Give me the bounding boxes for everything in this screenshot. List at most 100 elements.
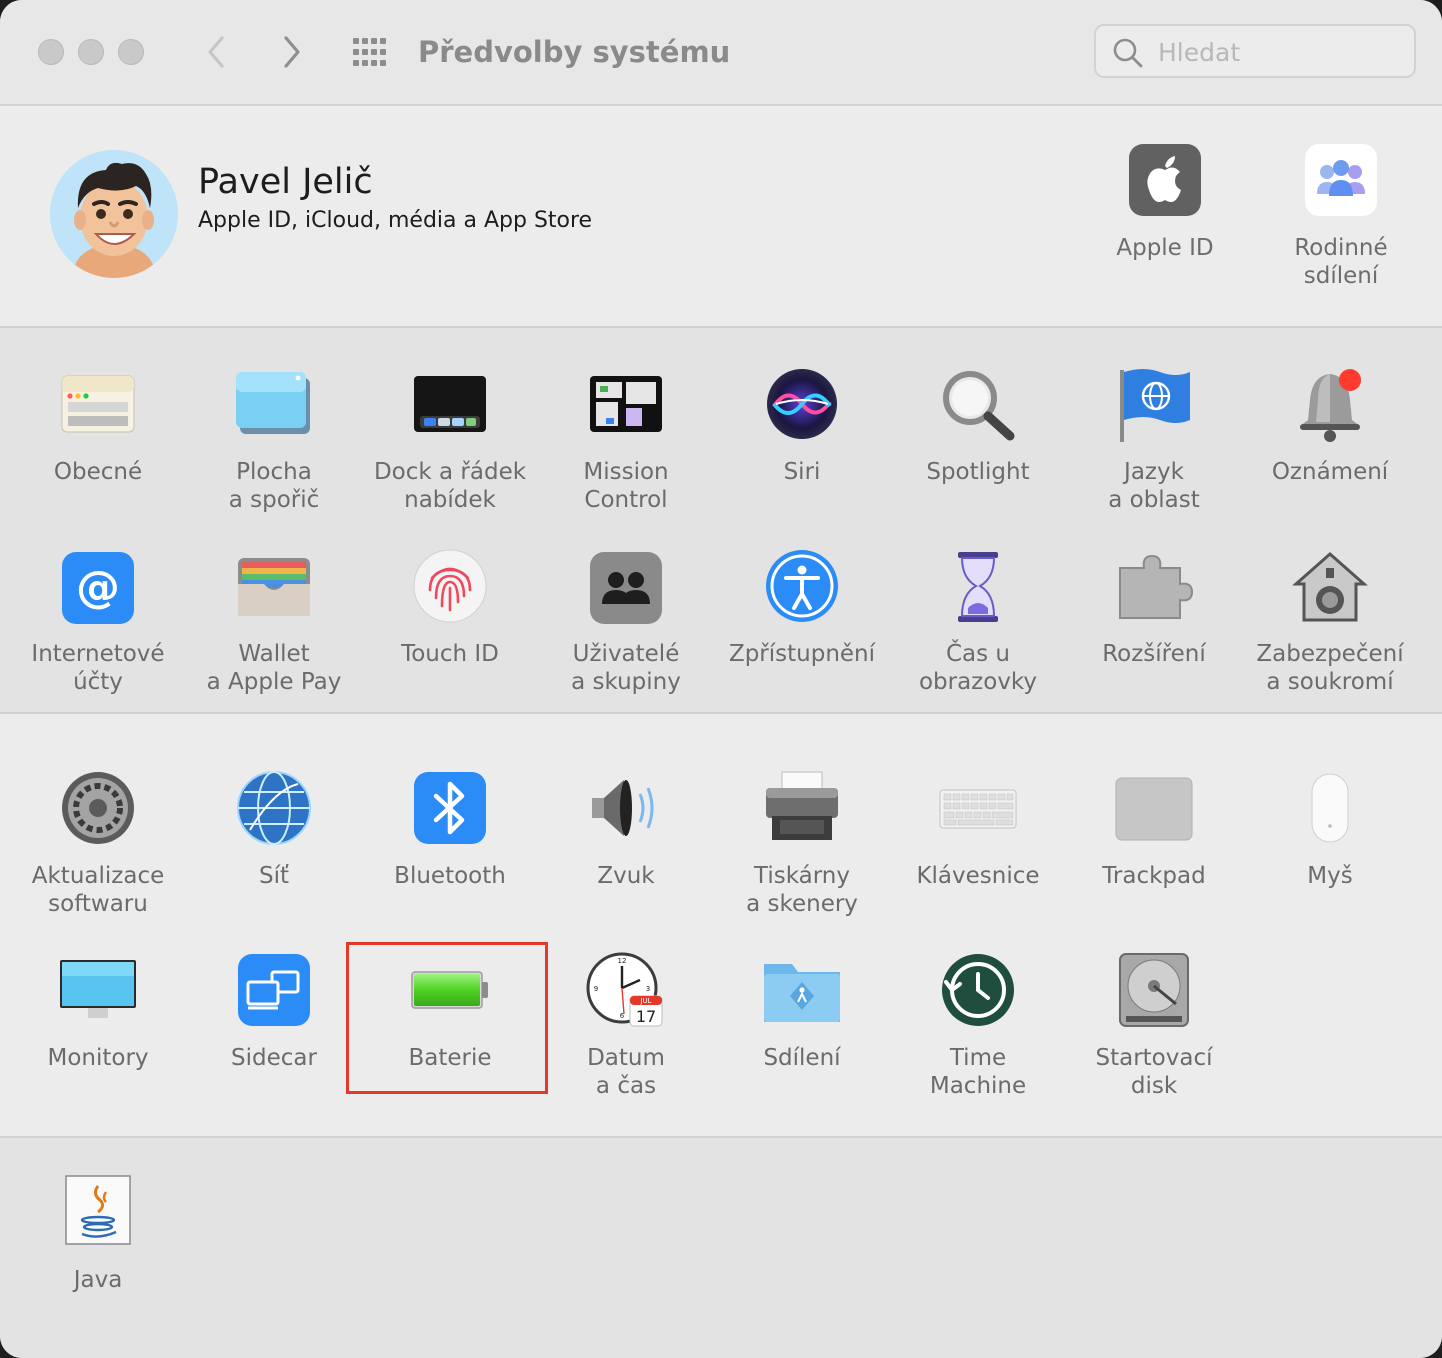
language-region-icon [1120, 369, 1190, 442]
pane-label: Sidecar [231, 1045, 317, 1071]
sound-icon [592, 780, 654, 836]
pane-label: Bluetooth [394, 863, 506, 889]
search-field[interactable] [1094, 24, 1416, 78]
internet-accounts-icon: @ [62, 552, 134, 624]
wallet-icon [238, 558, 310, 616]
pane-java[interactable]: Java [10, 1174, 186, 1294]
pane-label: Monitory [47, 1045, 149, 1071]
other-panes-section [0, 1138, 1442, 1358]
pane-printers-scanners[interactable]: Tiskárny a skenery [714, 770, 890, 918]
pane-spotlight[interactable]: Spotlight [890, 366, 1066, 486]
pane-security-privacy[interactable]: Zabezpečení a soukromí [1242, 548, 1418, 696]
pane-label: Datum a čas [587, 1045, 665, 1099]
pane-label: Klávesnice [916, 863, 1040, 889]
apple-id-icon [1129, 144, 1201, 216]
pane-label: Time Machine [929, 1045, 1027, 1099]
accessibility-icon [766, 550, 838, 622]
pane-extensions[interactable]: Rozšíření [1066, 548, 1242, 668]
spotlight-icon [943, 371, 1015, 441]
pane-mission-control[interactable]: Mission Control [538, 366, 714, 514]
pane-startup-disk[interactable]: Startovací disk [1066, 952, 1242, 1100]
pane-notifications[interactable]: Oznámení [1242, 366, 1418, 486]
software-update-icon [62, 772, 134, 844]
pane-internet-accounts[interactable]: @ Internetové účty [10, 548, 186, 696]
pane-sound[interactable]: Zvuk [538, 770, 714, 890]
pane-label: Trackpad [1102, 863, 1206, 889]
pane-screen-time[interactable]: Čas u obrazovky [890, 548, 1066, 696]
date-time-icon: 12369 JUL 17 [586, 952, 663, 1027]
pane-general[interactable]: Obecné [10, 366, 186, 486]
pane-sidecar[interactable]: Sidecar [186, 952, 362, 1072]
trackpad-icon [1115, 777, 1193, 841]
family-sharing-item[interactable]: Rodinné sdílení [1261, 144, 1421, 290]
pane-label: Jazyk a oblast [1108, 459, 1200, 513]
search-input[interactable] [1156, 34, 1400, 70]
system-preferences-window: Předvolby systému Hledat Pavel Jelič App… [0, 0, 1442, 1358]
pane-bluetooth[interactable]: Bluetooth [362, 770, 538, 890]
pane-label: Síť [258, 863, 289, 889]
family-sharing-icon [1305, 144, 1377, 216]
pane-label: Myš [1307, 863, 1353, 889]
pane-dock[interactable]: Dock a řádek nabídek [362, 366, 538, 514]
pane-date-time[interactable]: 12 3 6 9 JUL 17 Datum a čas [538, 952, 714, 1100]
pane-time-machine[interactable]: Time Machine [890, 952, 1066, 1100]
pane-sharing[interactable]: Sdílení [714, 952, 890, 1072]
displays-icon [60, 960, 136, 1018]
pane-wallet[interactable]: Wallet a Apple Pay [186, 548, 362, 696]
account-section: Pavel Jelič Apple ID, iCloud, média a Ap… [0, 106, 1442, 328]
pane-label: Čas u obrazovky [918, 641, 1038, 695]
pane-battery[interactable]: Baterie [362, 952, 538, 1072]
battery-icon [411, 971, 488, 1009]
mouse-icon [1311, 773, 1349, 843]
dock-icon [414, 376, 486, 432]
close-window-button[interactable] [38, 39, 64, 65]
avatar[interactable] [50, 150, 178, 278]
calendar-day-label: 17 [636, 1007, 656, 1026]
pane-displays[interactable]: Monitory [10, 952, 186, 1072]
back-arrow-icon[interactable] [202, 34, 232, 70]
screen-time-icon [958, 552, 998, 622]
minimize-window-button[interactable] [78, 39, 104, 65]
pane-desktop-screensaver[interactable]: Plocha a spořič [186, 366, 362, 514]
users-groups-icon [590, 552, 662, 624]
pane-accessibility[interactable]: Zpřístupnění [714, 548, 890, 668]
pane-label: Zvuk [597, 863, 655, 889]
svg-text:@: @ [76, 562, 120, 613]
svg-text:12: 12 [618, 957, 627, 965]
pane-siri[interactable]: Siri [714, 366, 890, 486]
keyboard-icon [939, 789, 1017, 829]
pane-label: Plocha a spořič [228, 459, 320, 513]
pane-trackpad[interactable]: Trackpad [1066, 770, 1242, 890]
java-icon [65, 1175, 131, 1245]
network-icon [237, 771, 311, 845]
pane-keyboard[interactable]: Klávesnice [890, 770, 1066, 890]
printers-scanners-icon [766, 771, 838, 840]
pane-users-groups[interactable]: Uživatelé a skupiny [538, 548, 714, 696]
forward-arrow-icon[interactable] [276, 34, 306, 70]
pane-label: Zpřístupnění [728, 641, 876, 667]
pane-software-update[interactable]: Aktualizace softwaru [10, 770, 186, 918]
pane-label: Siri [783, 459, 821, 485]
zoom-window-button[interactable] [118, 39, 144, 65]
show-all-grid-icon[interactable] [350, 36, 390, 68]
pane-language-region[interactable]: Jazyk a oblast [1066, 366, 1242, 514]
apple-id-item[interactable]: Apple ID [1085, 144, 1245, 262]
extensions-icon [1119, 554, 1194, 619]
user-name: Pavel Jelič [198, 162, 373, 202]
notifications-icon [1300, 369, 1361, 442]
svg-text:9: 9 [594, 985, 598, 993]
pane-label: Mission Control [583, 459, 669, 513]
time-machine-icon [942, 954, 1014, 1026]
pane-label: Touch ID [401, 641, 499, 667]
mission-control-icon [590, 376, 662, 432]
pane-touch-id[interactable]: Touch ID [362, 548, 538, 668]
pane-label: Obecné [53, 459, 143, 485]
desktop-screensaver-icon [236, 372, 310, 434]
pane-label: Internetové účty [31, 641, 165, 695]
pane-network[interactable]: Síť [186, 770, 362, 890]
general-icon [61, 375, 135, 433]
touch-id-icon [413, 549, 487, 623]
siri-icon [767, 369, 837, 439]
pane-label: Zabezpečení a soukromí [1256, 641, 1404, 695]
pane-mouse[interactable]: Myš [1242, 770, 1418, 890]
